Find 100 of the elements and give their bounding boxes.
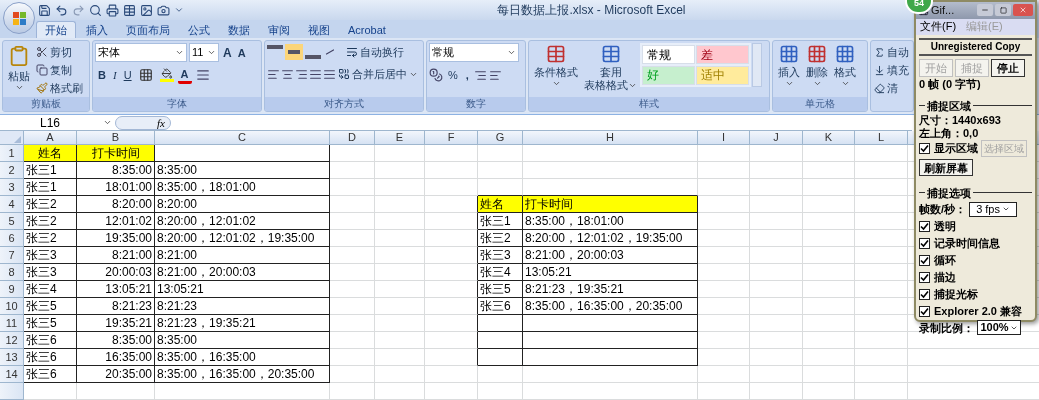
- checkbox[interactable]: [919, 271, 930, 283]
- column-header[interactable]: K: [803, 131, 855, 145]
- italic-button[interactable]: I: [109, 66, 120, 84]
- align-right-icon[interactable]: [295, 67, 308, 81]
- bold-button[interactable]: B: [95, 66, 109, 84]
- column-header[interactable]: D: [330, 131, 375, 145]
- name-box[interactable]: L16: [0, 115, 115, 130]
- table-cell: 张三4: [478, 264, 523, 281]
- ribbon-tab[interactable]: Acrobat: [340, 21, 394, 38]
- merge-center-button[interactable]: 合并后居中: [337, 65, 419, 83]
- middle-align-icon[interactable]: [285, 44, 303, 60]
- column-header[interactable]: L: [855, 131, 908, 145]
- paintbrush-icon: [36, 82, 48, 94]
- checkbox[interactable]: [919, 288, 930, 300]
- tool-button[interactable]: 停止: [991, 58, 1025, 77]
- table-cell: 8:35:00，18:01:00: [523, 213, 698, 230]
- number-format-select[interactable]: 常规: [429, 43, 519, 62]
- menu-item[interactable]: 文件(F): [920, 18, 957, 35]
- caret-icon: [507, 48, 516, 57]
- status-text: 0 帧 (0 字节): [918, 76, 982, 92]
- print-preview-icon[interactable]: [89, 3, 102, 17]
- table-cell: 张三3: [478, 247, 523, 264]
- column-header[interactable]: B: [77, 131, 155, 145]
- checkbox[interactable]: [919, 305, 930, 317]
- cell-style-swatch[interactable]: 常规: [642, 45, 695, 64]
- table-cell: 张三1: [478, 213, 523, 230]
- table-cell: 张三1: [24, 162, 77, 179]
- function-button[interactable]: fx: [115, 115, 171, 130]
- cells-button[interactable]: 删除: [803, 43, 831, 97]
- scale-select[interactable]: 100%: [977, 320, 1021, 336]
- ribbon-tab[interactable]: 公式: [180, 21, 218, 38]
- shrink-font-button[interactable]: A: [235, 43, 248, 62]
- cells-button[interactable]: 插入: [775, 43, 803, 97]
- grow-font-button[interactable]: A: [221, 43, 234, 62]
- clipboard-button[interactable]: 格式刷: [33, 79, 86, 97]
- clipboard-button[interactable]: 复制: [33, 61, 86, 79]
- fill-color-icon[interactable]: [159, 68, 174, 82]
- ribbon-tab[interactable]: 插入: [78, 21, 116, 38]
- column-header[interactable]: C: [155, 131, 330, 145]
- refresh-button[interactable]: 刷新屏幕: [919, 159, 973, 176]
- sum-icon: [874, 46, 885, 58]
- checkbox-label: 描边: [934, 269, 956, 285]
- ribbon-tab[interactable]: 数据: [220, 21, 258, 38]
- ribbon-tab[interactable]: 审阅: [260, 21, 298, 38]
- group-label: 字体: [167, 97, 187, 111]
- ribbon-tab[interactable]: 页面布局: [118, 21, 178, 38]
- column-header[interactable]: F: [425, 131, 478, 145]
- font-size-select[interactable]: 11: [189, 43, 219, 62]
- fill-down-icon: [874, 64, 885, 76]
- size-text: 尺寸：1440x693: [918, 114, 1002, 127]
- align-center-icon[interactable]: [281, 67, 294, 81]
- paste-button[interactable]: 粘贴: [5, 43, 33, 97]
- align-left-icon[interactable]: [267, 67, 280, 81]
- checkbox[interactable]: [919, 143, 930, 154]
- save-icon[interactable]: [38, 3, 51, 17]
- table-format-button[interactable]: 套用 表格格式: [581, 43, 640, 97]
- currency-icon[interactable]: [429, 68, 443, 82]
- caret-icon: [784, 79, 794, 88]
- conditional-format-button[interactable]: 条件格式: [531, 43, 581, 97]
- checkbox[interactable]: [919, 254, 930, 266]
- fps-select[interactable]: 3 fps: [969, 201, 1018, 217]
- undo-icon[interactable]: [55, 3, 68, 17]
- table-cell: 张三2: [24, 213, 77, 230]
- customize-caret-icon[interactable]: [174, 5, 184, 15]
- comma-button[interactable]: ,: [462, 66, 472, 84]
- image-icon[interactable]: [140, 3, 153, 17]
- cells-button[interactable]: 格式: [831, 43, 859, 97]
- ribbon-tab[interactable]: 开始: [36, 21, 76, 38]
- gallery-scrollbar[interactable]: [752, 43, 762, 87]
- table-cell: 13:05:21: [155, 281, 330, 298]
- caret-icon: [175, 48, 184, 57]
- font-color-button[interactable]: A: [177, 66, 192, 84]
- column-header[interactable]: J: [750, 131, 803, 145]
- scissors-icon: [36, 46, 48, 58]
- caret-icon: [14, 83, 24, 92]
- editing-button[interactable]: 清: [873, 79, 910, 97]
- wrap-text-button[interactable]: 自动换行: [343, 43, 407, 61]
- borders-icon[interactable]: [138, 68, 153, 82]
- printer-icon[interactable]: [106, 3, 119, 17]
- table-cell: 13:05:21: [523, 264, 698, 281]
- column-header[interactable]: H: [523, 131, 698, 145]
- checkbox-label: Explorer 2.0 兼容: [934, 303, 1023, 319]
- checkbox[interactable]: [919, 220, 930, 232]
- editing-button[interactable]: 自动: [873, 43, 910, 61]
- font-select[interactable]: 宋体: [95, 43, 187, 62]
- column-header[interactable]: A: [24, 131, 77, 145]
- camera-icon[interactable]: [157, 3, 170, 17]
- editing-button[interactable]: 填充: [873, 61, 910, 79]
- clipboard-button[interactable]: 剪切: [33, 43, 86, 61]
- column-header[interactable]: E: [375, 131, 425, 145]
- table-icon[interactable]: [123, 3, 136, 17]
- column-header[interactable]: G: [478, 131, 523, 145]
- checkbox[interactable]: [919, 237, 930, 249]
- column-header[interactable]: I: [698, 131, 750, 145]
- percent-button[interactable]: %: [445, 66, 461, 84]
- group-label: 样式: [639, 97, 659, 111]
- close-button[interactable]: [1013, 4, 1033, 17]
- underline-button[interactable]: U: [120, 66, 135, 84]
- cell-style-swatch[interactable]: 差: [696, 45, 749, 64]
- ribbon-tab[interactable]: 视图: [300, 21, 338, 38]
